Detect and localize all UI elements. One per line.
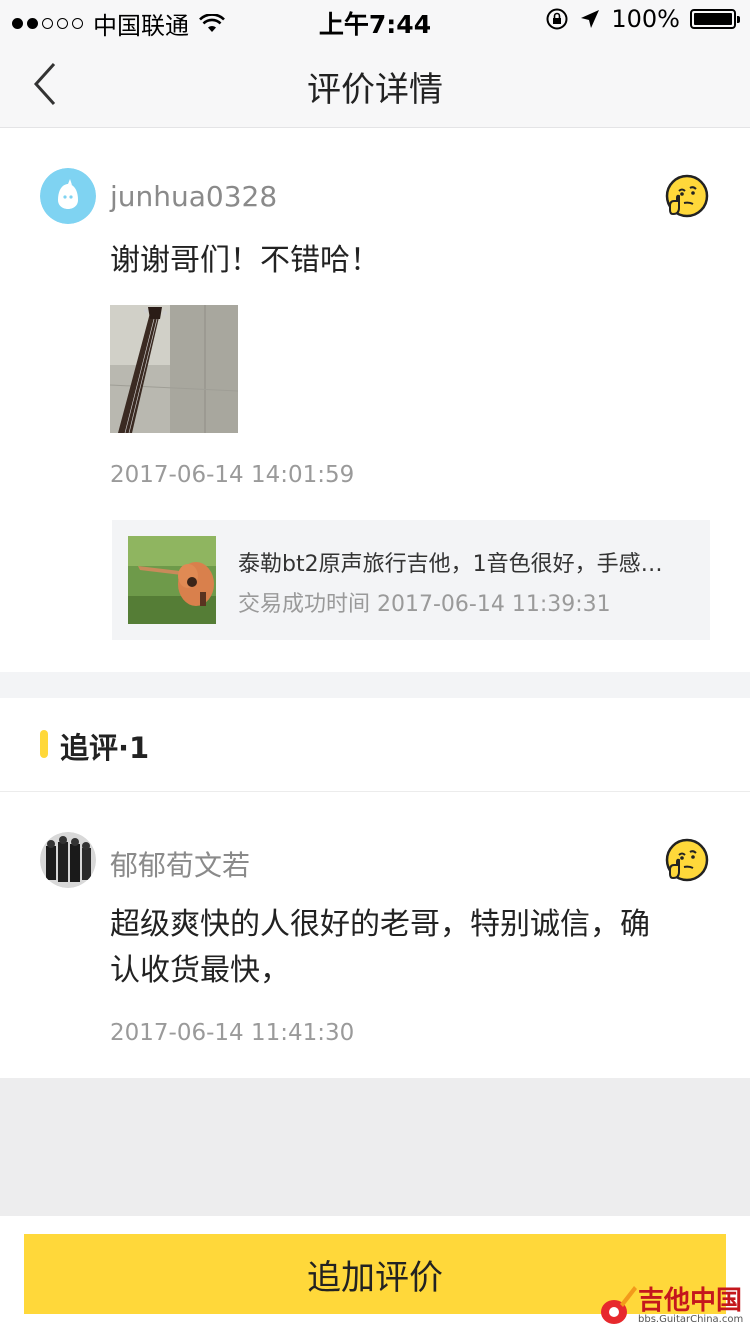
followup-avatar[interactable] [40, 832, 96, 888]
product-card[interactable]: 泰勒bt2原声旅行吉他，1音色很好，手感… 交易成功时间 2017-06-14 … [112, 520, 710, 640]
section-accent-bar [40, 730, 48, 758]
avatar[interactable] [40, 168, 96, 224]
followup-card: 郁郁荀文若 超级爽快的人很好的老哥，特别诚信，确 认收货最快， 2017-06-… [0, 792, 750, 1078]
thinking-emoji-icon[interactable] [664, 838, 710, 884]
watermark: 吉他中国 bbs.GuitarChina.com [598, 1278, 748, 1330]
review-text: 谢谢哥们！不错哈！ [110, 243, 380, 278]
trade-time: 交易成功时间 2017-06-14 11:39:31 [238, 592, 611, 617]
battery-percent: 100% [611, 5, 680, 33]
status-bar: 中国联通 上午7:44 100% [0, 0, 750, 40]
followup-count-label: 追评·1 [60, 731, 150, 765]
followup-header: 追评·1 [0, 698, 750, 792]
watermark-sub: bbs.GuitarChina.com [638, 1314, 744, 1325]
status-right: 100% [545, 5, 740, 33]
followup-text-line-2: 认收货最快， [110, 953, 290, 988]
rotation-lock-icon [546, 8, 568, 30]
reviewer-username[interactable]: junhua0328 [110, 180, 277, 213]
page-title: 评价详情 [307, 70, 443, 110]
followup-text-line-1: 超级爽快的人很好的老哥，特别诚信，确 [110, 907, 650, 942]
battery-icon [690, 9, 740, 29]
thinking-emoji-icon[interactable] [664, 174, 710, 220]
review-card: junhua0328 谢谢哥们！不错哈！ 2017-06-14 14:01:59… [0, 128, 750, 672]
followup-username[interactable]: 郁郁荀文若 [110, 844, 250, 884]
section-divider [0, 672, 750, 698]
guitar-logo-icon [601, 1286, 637, 1324]
location-arrow-icon [581, 10, 600, 28]
product-title: 泰勒bt2原声旅行吉他，1音色很好，手感… [238, 552, 663, 577]
review-timestamp: 2017-06-14 14:01:59 [110, 462, 355, 488]
followup-avatar-image [40, 832, 96, 888]
nav-bar: 评价详情 [0, 40, 750, 128]
followup-timestamp: 2017-06-14 11:41:30 [110, 1020, 355, 1046]
watermark-text: 吉他中国 [638, 1286, 743, 1316]
reviewer-avatar-image [40, 168, 96, 224]
product-thumbnail [128, 536, 216, 624]
empty-background [0, 1078, 750, 1216]
review-photo[interactable] [110, 305, 238, 433]
